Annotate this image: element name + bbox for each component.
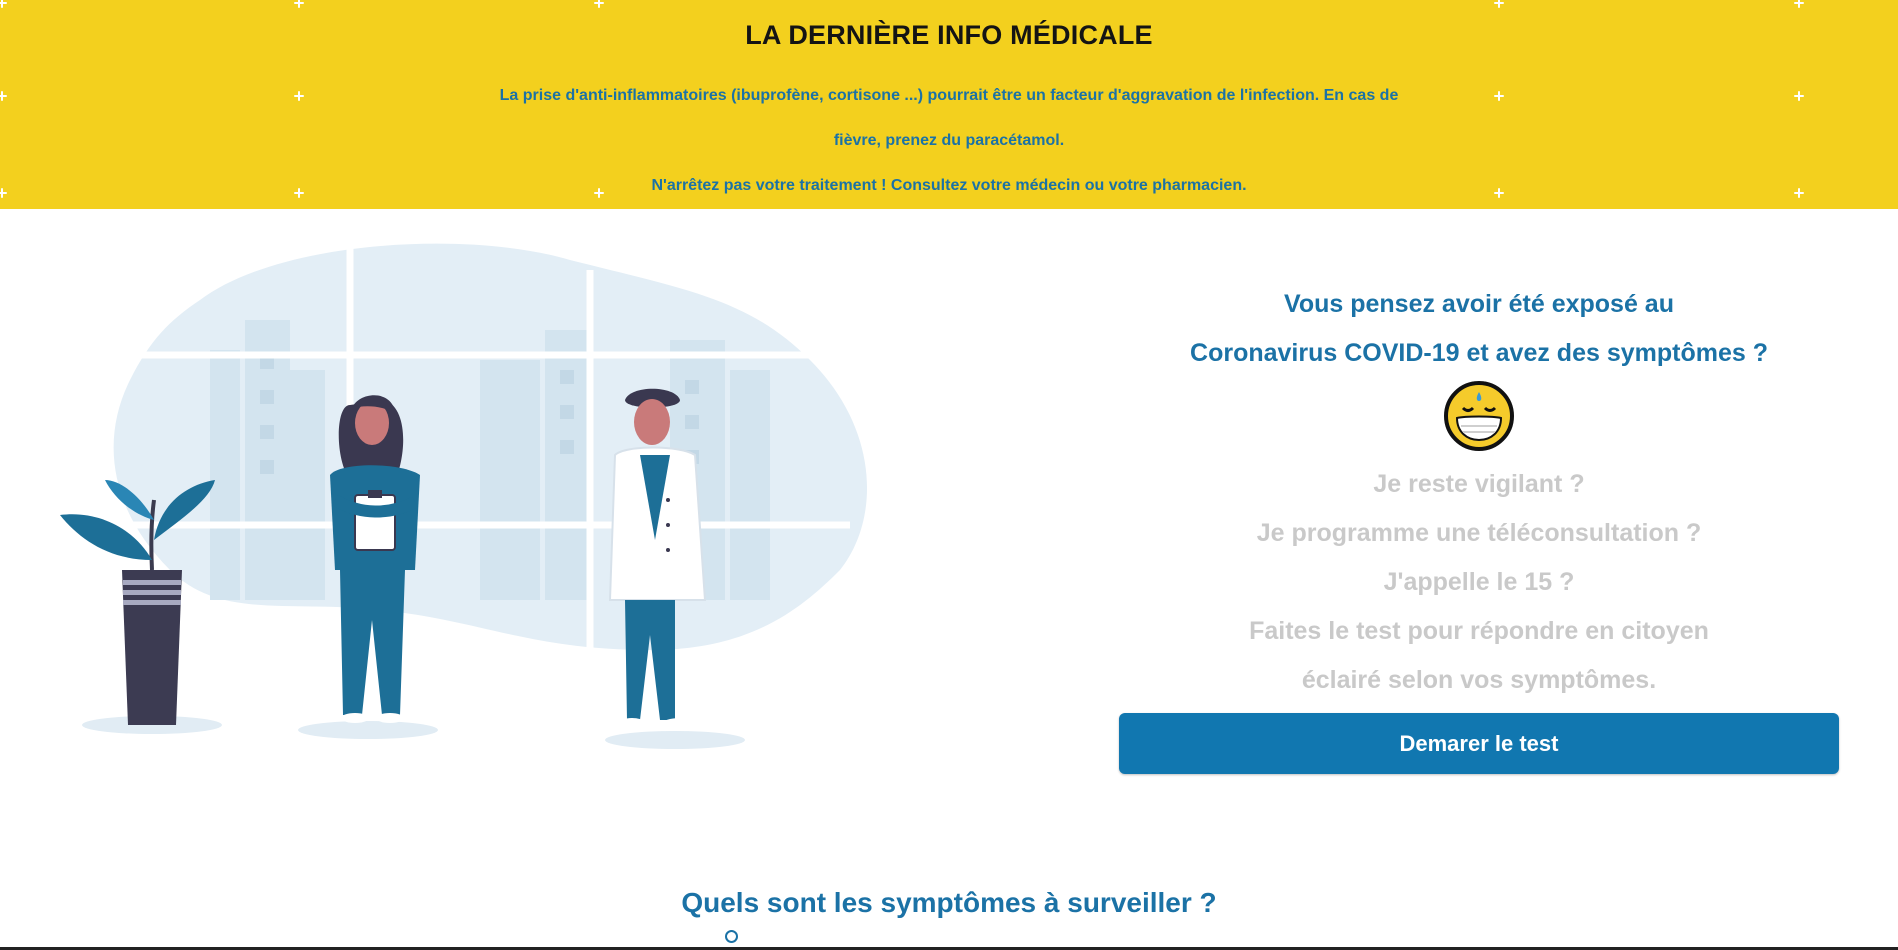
face-with-medical-mask-icon [1444, 381, 1514, 451]
question-line: Je reste vigilant ? [1373, 470, 1585, 498]
sparkle-icon [1494, 0, 1504, 8]
info-banner: LA DERNIÈRE INFO MÉDICALE La prise d'ant… [0, 0, 1898, 209]
banner-text-line: N'arrêtez pas votre traitement ! Consult… [651, 177, 1247, 194]
sparkle-icon [594, 0, 604, 8]
question-line: Faites le test pour répondre en citoyen [1249, 617, 1709, 645]
banner-title: LA DERNIÈRE INFO MÉDICALE [745, 20, 1153, 50]
question-line: J'appelle le 15 ? [1383, 568, 1575, 596]
sparkle-icon [0, 0, 7, 8]
doctors-illustration [60, 240, 868, 749]
start-test-button[interactable]: Demarer le test [1119, 713, 1839, 774]
question-line: éclairé selon vos symptômes. [1301, 666, 1657, 694]
hero-text: Vous pensez avoir été exposé au Coronavi… [1118, 280, 1840, 705]
hero-headline-line1: Vous pensez avoir été exposé au [1284, 290, 1674, 318]
banner-text-line: La prise d'anti-inflammatoires (ibuprofè… [499, 87, 1399, 104]
symptoms-section-title: Quels sont les symptômes à surveiller ? [681, 887, 1217, 918]
question-line: Je programme une téléconsultation ? [1256, 519, 1702, 547]
banner-text-line: fièvre, prenez du paracétamol. [833, 132, 1065, 149]
bullet-circle-icon [725, 930, 738, 943]
sparkle-icon [294, 0, 304, 8]
hero-questions: Je reste vigilant ? Je programme une tél… [1118, 460, 1840, 705]
sparkle-icon [1794, 0, 1804, 8]
hero-headline-line2: Coronavirus COVID-19 et avez des symptôm… [1190, 339, 1768, 367]
